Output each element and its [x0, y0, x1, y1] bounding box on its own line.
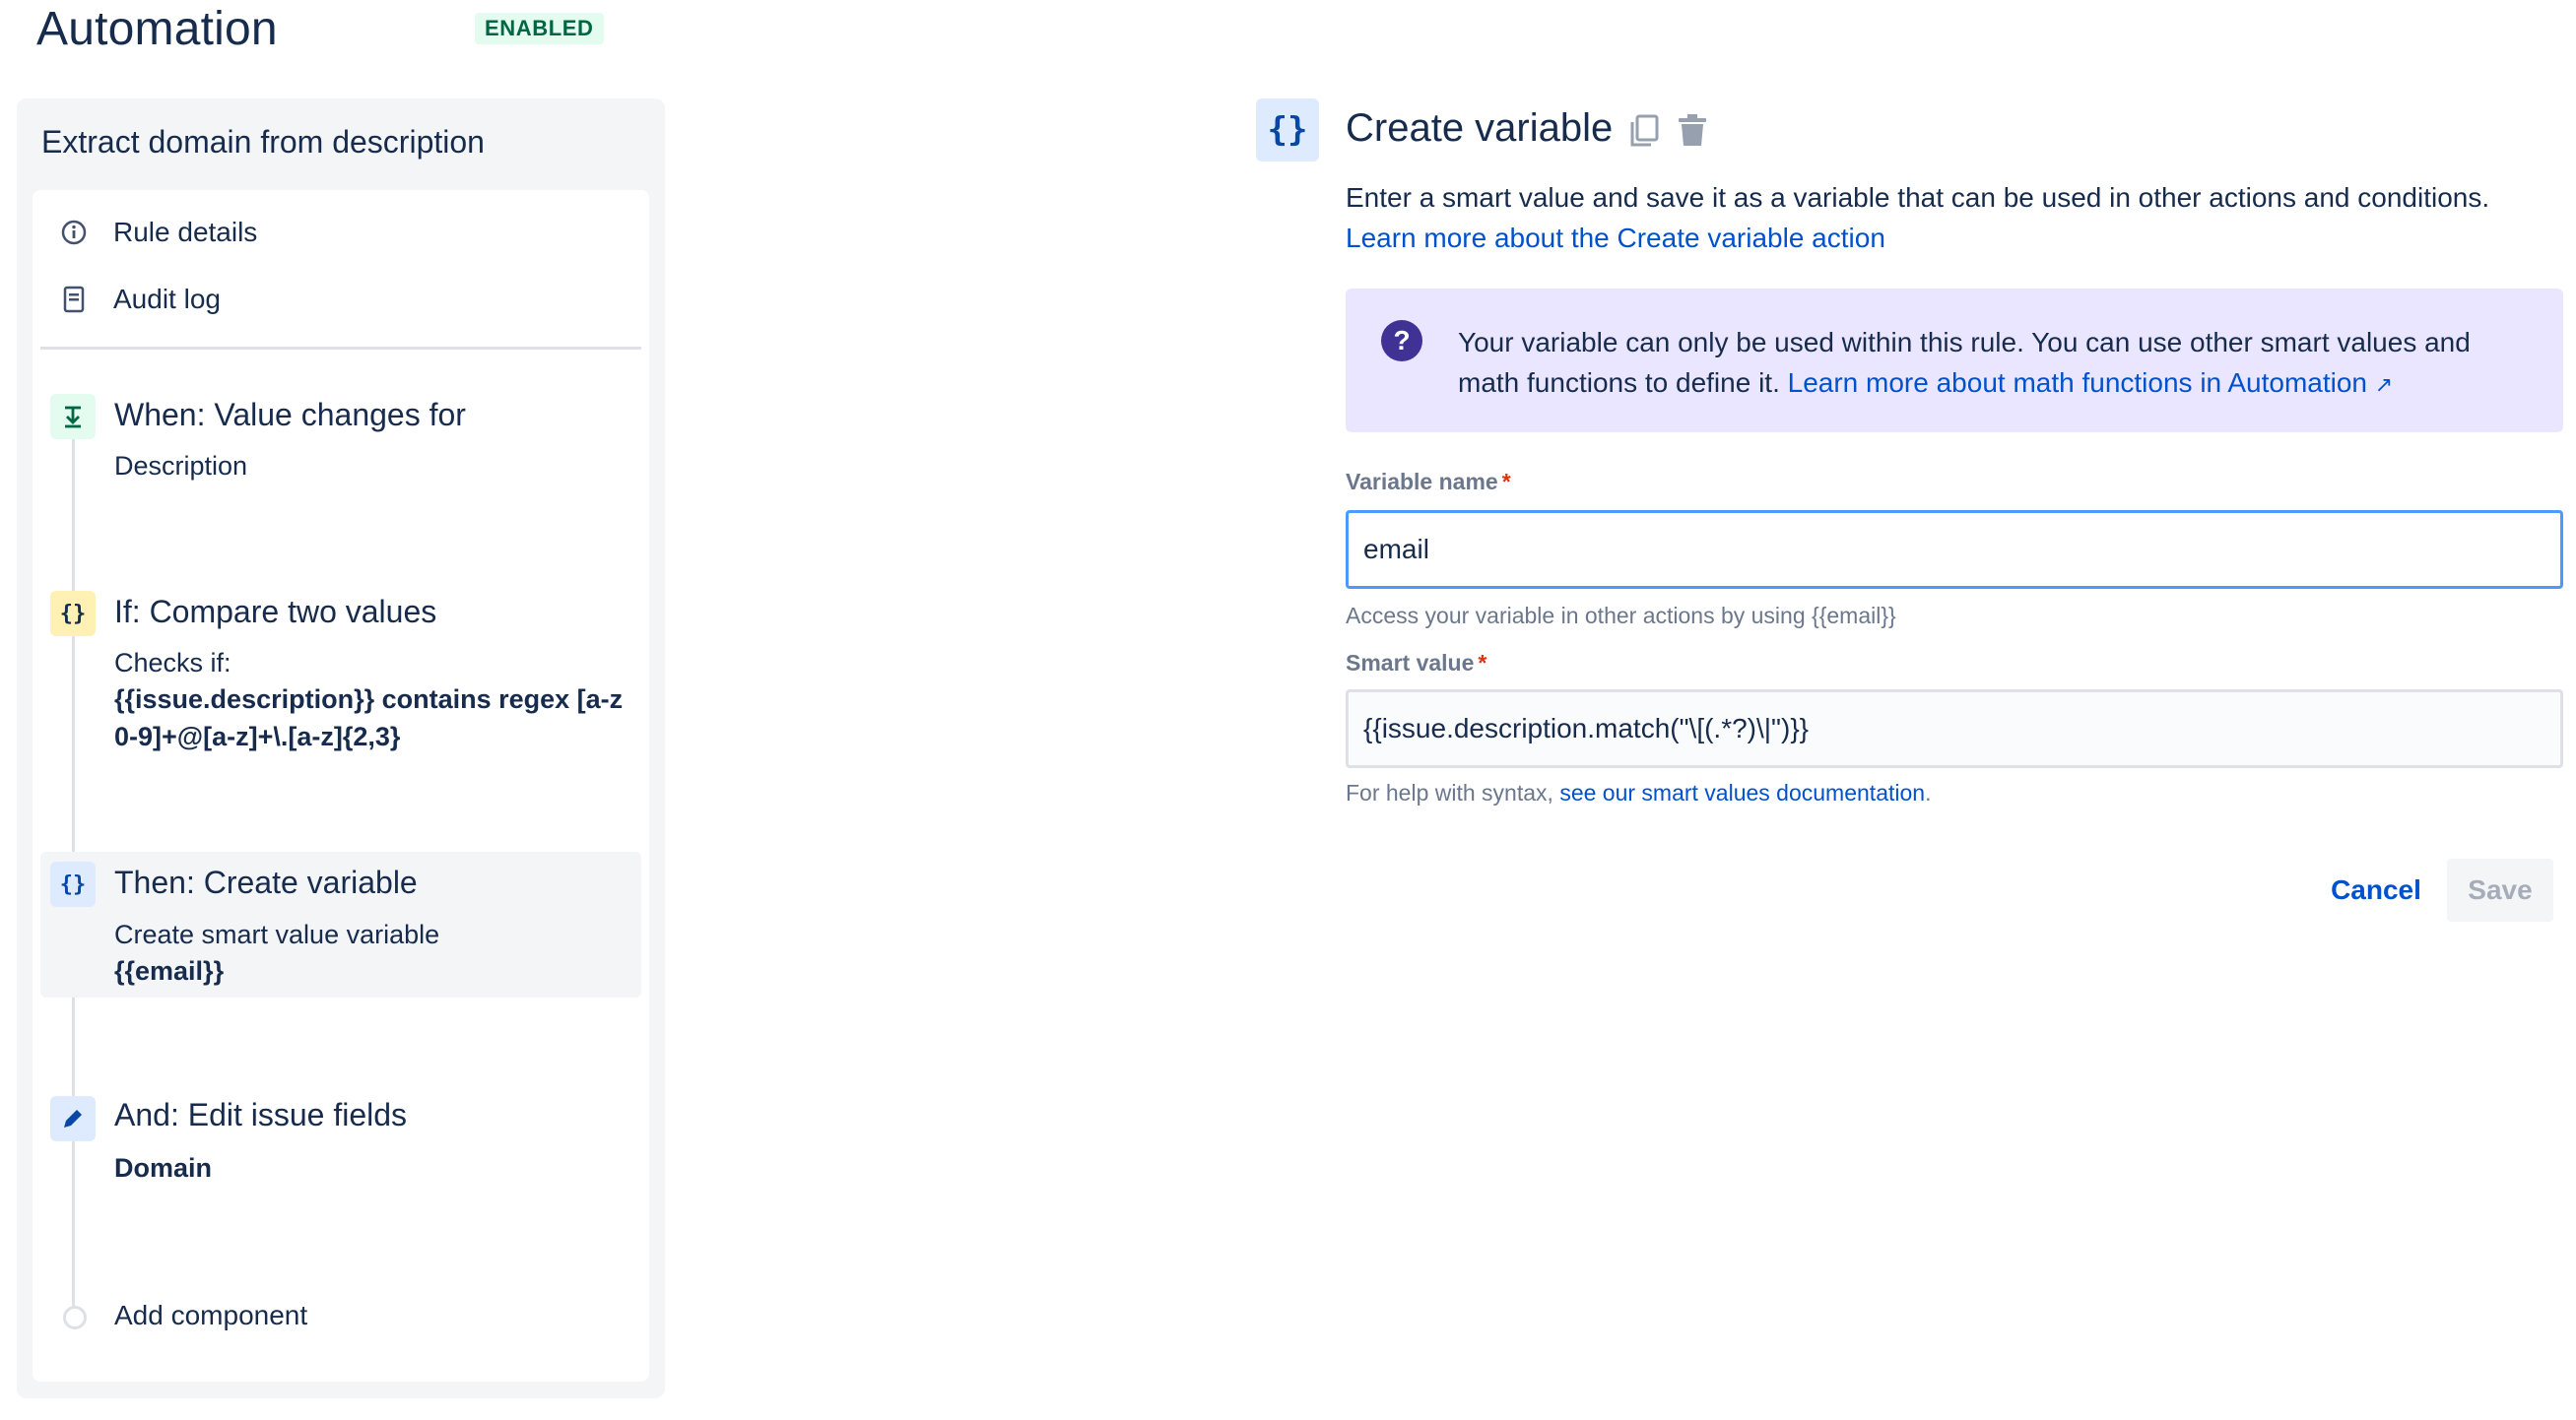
smart-value-helper-prefix: For help with syntax, [1346, 780, 1553, 806]
add-component-label: Add component [114, 1300, 308, 1330]
smart-value-input[interactable] [1346, 689, 2563, 768]
editor-description-text: Enter a smart value and save it as a var… [1346, 182, 2490, 213]
trash-icon[interactable] [1676, 112, 1709, 150]
step-edit-issue-fields-detail: Domain [114, 1153, 213, 1183]
add-component-button[interactable]: Add component [40, 1298, 434, 1337]
smart-value-label: Smart value * [1346, 650, 1486, 677]
page-title: Automation [36, 3, 278, 55]
smart-value-helper-suffix: . [1925, 780, 1932, 806]
save-button[interactable]: Save [2447, 859, 2553, 922]
external-link-icon: ↗ [2374, 372, 2394, 397]
step-create-variable-desc: Create smart value variable [114, 920, 440, 949]
info-icon [59, 218, 89, 247]
add-circle-icon [63, 1306, 87, 1329]
learn-more-math-link[interactable]: Learn more about math functions in Autom… [1788, 367, 2394, 398]
learn-more-math-label: Learn more about math functions in Autom… [1787, 367, 2367, 398]
variable-name-label-text: Variable name [1346, 469, 1498, 494]
step-condition[interactable]: {} If: Compare two values Checks if: {{i… [40, 581, 641, 778]
required-marker: * [1478, 650, 1487, 676]
required-marker: * [1501, 469, 1511, 494]
step-condition-title: If: Compare two values [114, 594, 437, 629]
field-changed-icon [50, 394, 96, 439]
rule-name: Extract domain from description [41, 124, 485, 160]
step-trigger[interactable]: When: Value changes for Description [40, 384, 641, 512]
variable-name-input[interactable] [1346, 510, 2563, 589]
nav-rule-details[interactable]: Rule details [59, 213, 257, 252]
info-panel: ? Your variable can only be used within … [1346, 289, 2563, 432]
smart-value-label-text: Smart value [1346, 650, 1475, 676]
variable-name-label: Variable name * [1346, 469, 1511, 495]
cancel-button[interactable]: Cancel [2322, 859, 2430, 922]
status-badge: ENABLED [475, 13, 604, 44]
step-trigger-subtitle: Description [114, 451, 248, 481]
editor-title: Create variable [1346, 106, 1614, 150]
variable-name-helper: Access your variable in other actions by… [1346, 603, 1896, 628]
braces-icon: {} [1256, 98, 1319, 161]
question-icon: ? [1381, 320, 1422, 361]
divider [40, 347, 641, 350]
smart-values-docs-link[interactable]: see our smart values documentation [1559, 780, 1925, 806]
document-icon [59, 285, 89, 314]
step-condition-detail: {{issue.description}} contains regex [a-… [114, 684, 624, 751]
braces-icon: {} [50, 591, 96, 636]
editor-description: Enter a smart value and save it as a var… [1346, 177, 2567, 258]
pencil-icon [50, 1096, 96, 1141]
step-create-variable[interactable]: {} Then: Create variable Create smart va… [40, 852, 641, 998]
step-trigger-title: When: Value changes for [114, 397, 466, 432]
learn-more-create-variable-link[interactable]: Learn more about the Create variable act… [1346, 223, 1885, 253]
braces-icon: {} [50, 862, 96, 907]
nav-audit-log-label: Audit log [113, 284, 221, 314]
nav-audit-log[interactable]: Audit log [59, 280, 221, 319]
copy-icon[interactable] [1627, 112, 1661, 150]
step-edit-issue-fields-title: And: Edit issue fields [114, 1097, 408, 1132]
step-edit-issue-fields[interactable]: And: Edit issue fields Domain [40, 1088, 641, 1206]
info-text: Your variable can only be used within th… [1458, 322, 2522, 405]
smart-value-helper: For help with syntax, see our smart valu… [1346, 780, 1931, 807]
step-create-variable-title: Then: Create variable [114, 865, 418, 900]
nav-rule-details-label: Rule details [113, 217, 258, 247]
step-create-variable-detail: {{email}} [114, 956, 225, 986]
step-condition-checks: Checks if: [114, 648, 231, 678]
